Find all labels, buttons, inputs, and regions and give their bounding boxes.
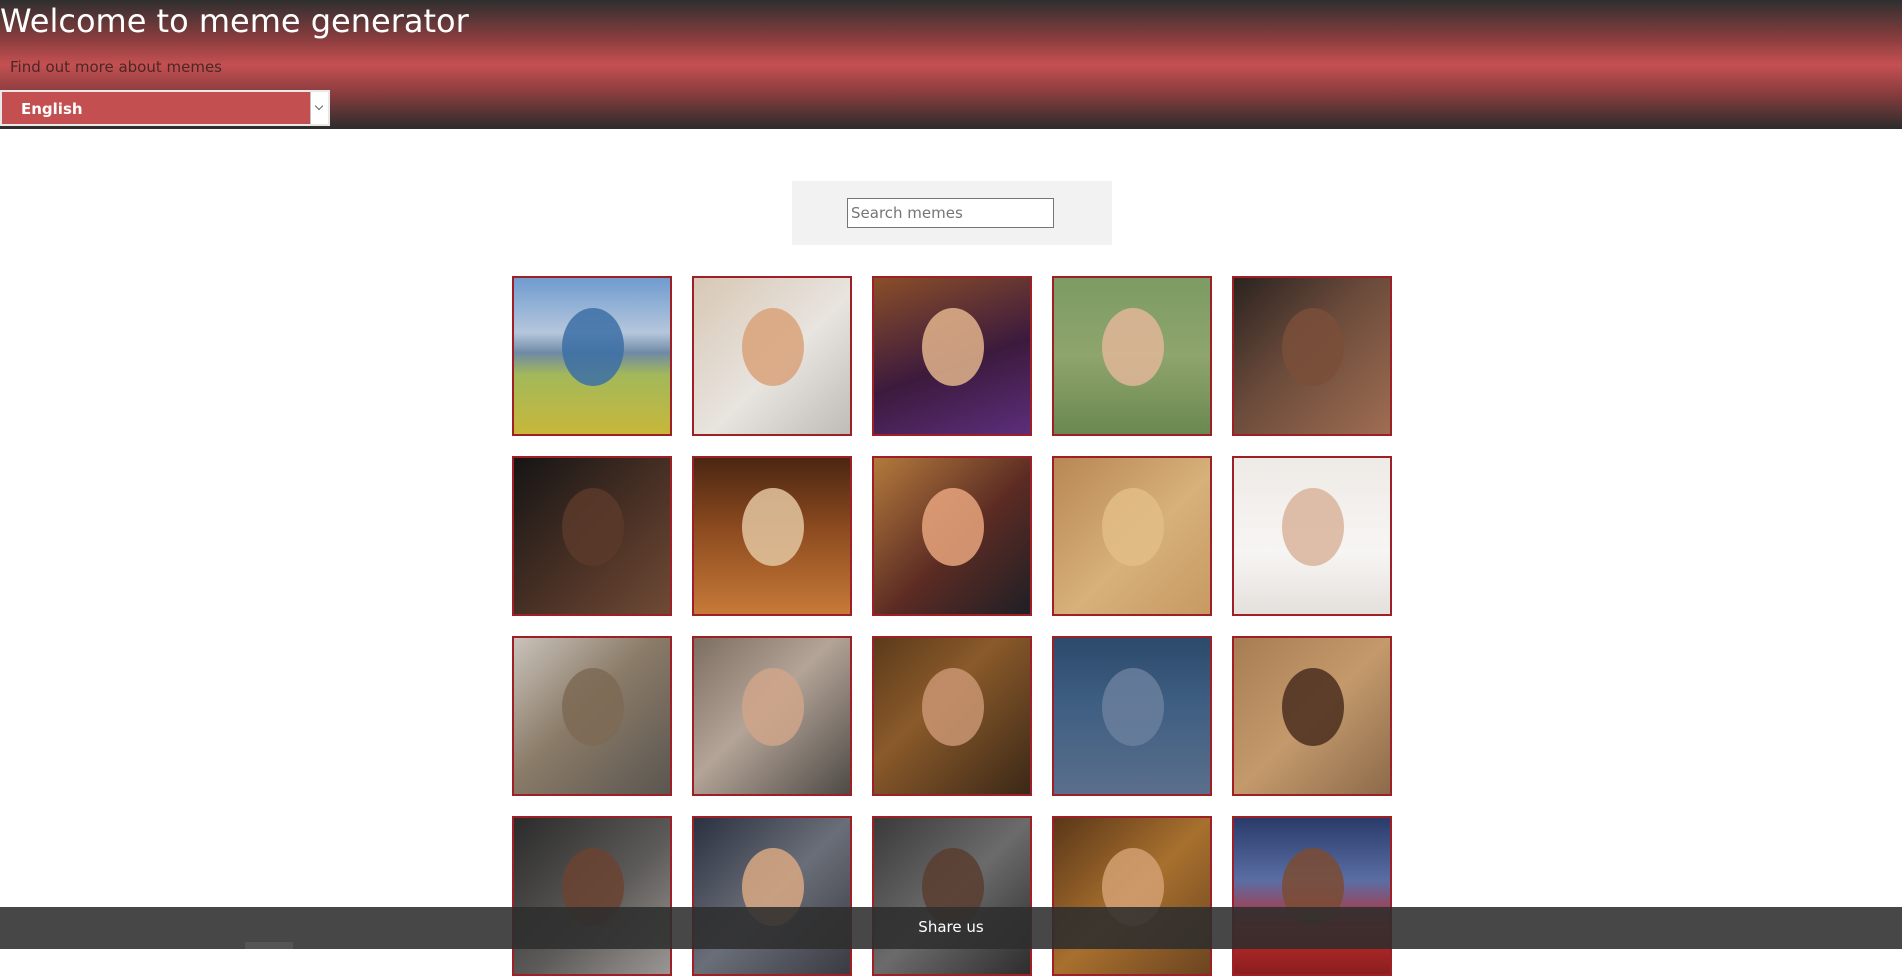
- meme-thumbnail-dr-evil[interactable]: [1052, 636, 1212, 796]
- meme-image-dancing-kids: [1282, 668, 1344, 746]
- meme-thumbnail-success-kid[interactable]: [692, 276, 852, 436]
- chevron-down-icon[interactable]: [310, 92, 328, 124]
- meme-image-baby-and-dog: [1282, 488, 1344, 566]
- meme-thumbnail-morpheus[interactable]: [872, 816, 1032, 976]
- meme-thumbnail-surprised-baby[interactable]: [512, 816, 672, 976]
- meme-thumbnail-obama-smile[interactable]: [1232, 276, 1392, 436]
- meme-thumbnail-baby-and-dog[interactable]: [1232, 456, 1392, 616]
- meme-image-yoga-dog: [742, 488, 804, 566]
- horizontal-scrollbar-thumb[interactable]: [245, 942, 293, 949]
- search-panel: [792, 181, 1112, 245]
- meme-thumbnail-sound-of-music[interactable]: [512, 276, 672, 436]
- meme-thumbnail-boromir[interactable]: [1052, 816, 1212, 976]
- meme-thumbnail-players-hug[interactable]: [512, 456, 672, 616]
- meme-grid: [512, 276, 1392, 976]
- language-select[interactable]: English: [0, 90, 330, 126]
- language-selected-value: English: [21, 100, 83, 118]
- meme-image-success-kid: [742, 308, 804, 386]
- meme-image-willy-wonka: [922, 308, 984, 386]
- meme-image-players-hug: [562, 488, 624, 566]
- meme-thumbnail-willy-wonka[interactable]: [872, 276, 1032, 436]
- meme-thumbnail-aliens-guy[interactable]: [872, 636, 1032, 796]
- meme-image-sound-of-music: [562, 308, 624, 386]
- meme-image-obama-smile: [1282, 308, 1344, 386]
- meme-image-aliens-guy: [922, 668, 984, 746]
- meme-thumbnail-pointing-man[interactable]: [692, 636, 852, 796]
- meme-thumbnail-dancing-kids[interactable]: [1232, 636, 1392, 796]
- meme-image-evil-toddler: [1102, 308, 1164, 386]
- meme-thumbnail-evil-toddler[interactable]: [1052, 276, 1212, 436]
- meme-thumbnail-oprah[interactable]: [1232, 816, 1392, 976]
- meme-thumbnail-leo-toast[interactable]: [692, 816, 852, 976]
- meme-image-puppies-kiss: [1102, 488, 1164, 566]
- search-input[interactable]: [847, 198, 1054, 228]
- meme-image-pointing-man: [742, 668, 804, 746]
- meme-image-trump-face: [922, 488, 984, 566]
- meme-thumbnail-yoga-dog[interactable]: [692, 456, 852, 616]
- meme-thumbnail-puppies-kiss[interactable]: [1052, 456, 1212, 616]
- meme-image-sleeping-cat: [562, 668, 624, 746]
- share-us-label: Share us: [918, 918, 984, 936]
- meme-thumbnail-sleeping-cat[interactable]: [512, 636, 672, 796]
- meme-thumbnail-trump-face[interactable]: [872, 456, 1032, 616]
- about-memes-link[interactable]: Find out more about memes: [10, 58, 222, 76]
- page-title: Welcome to meme generator: [0, 2, 469, 40]
- page-header: Welcome to meme generator Find out more …: [0, 0, 1902, 129]
- meme-image-dr-evil: [1102, 668, 1164, 746]
